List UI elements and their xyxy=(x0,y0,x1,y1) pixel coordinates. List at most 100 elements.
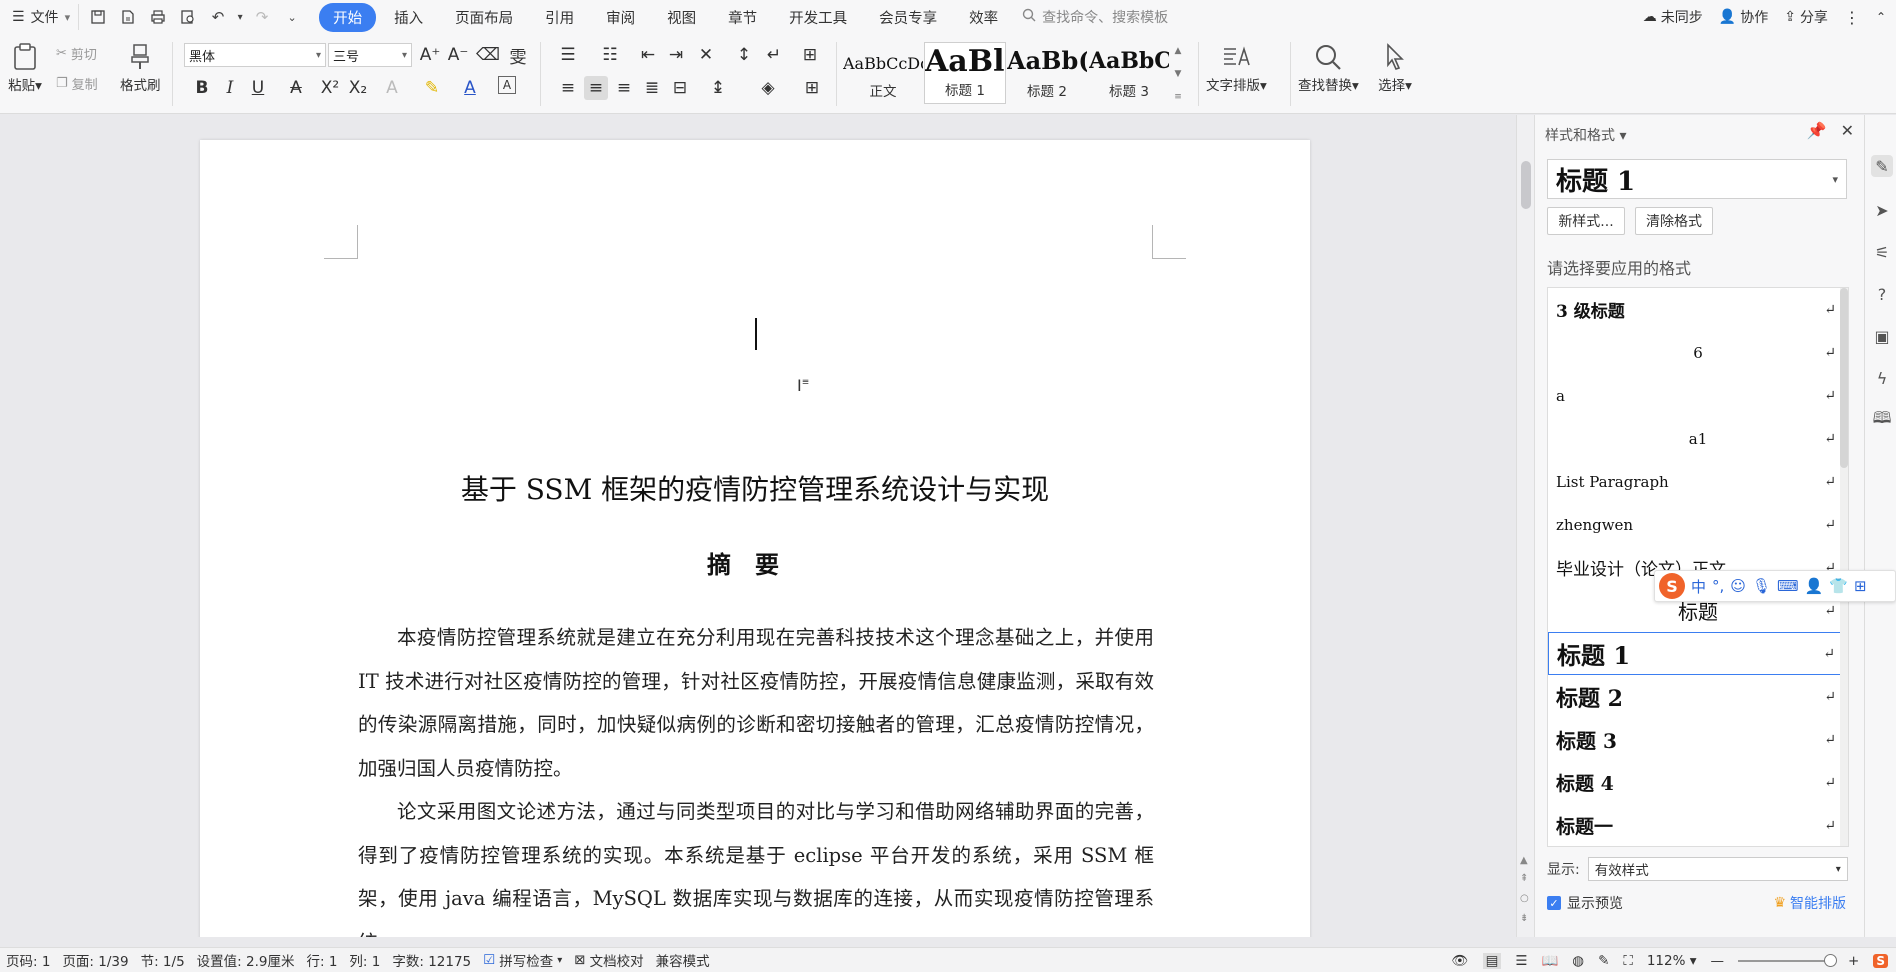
status-row[interactable]: 行: 1 xyxy=(300,950,343,970)
proofread-button[interactable]: ⊠ 文档校对 xyxy=(568,950,649,970)
document-title[interactable]: 基于 SSM 框架的疫情防控管理系统设计与实现 xyxy=(200,468,1310,508)
style-gallery-item-heading1[interactable]: AaBl 标题 1 xyxy=(924,42,1006,104)
collapse-ribbon-icon[interactable]: ⌃ xyxy=(1876,10,1886,24)
clear-format-icon[interactable]: ⌫ xyxy=(476,43,500,67)
style-gallery-scroll[interactable]: ▲ ▼ ≡ xyxy=(1170,42,1186,106)
help-icon[interactable]: ? xyxy=(1871,283,1893,305)
clear-format-button[interactable]: 清除格式 xyxy=(1635,207,1713,235)
print-icon[interactable] xyxy=(145,4,171,30)
scroll-up-icon[interactable]: ▲ xyxy=(1520,855,1528,866)
zoom-slider-knob[interactable] xyxy=(1824,953,1838,967)
document-page[interactable]: I≡ 基于 SSM 框架的疫情防控管理系统设计与实现 摘要 本疫情防控管理系统就… xyxy=(200,140,1310,937)
collaborate-button[interactable]: 👤 协作 xyxy=(1719,7,1768,27)
show-filter-select[interactable]: 有效样式 ▾ xyxy=(1587,857,1848,881)
style-list-scrollbar[interactable] xyxy=(1840,288,1848,846)
shading-icon[interactable]: ◈ xyxy=(756,76,780,100)
pen-icon[interactable]: ✎ xyxy=(1871,155,1893,177)
style-list-item[interactable]: a ↵ xyxy=(1548,374,1848,417)
distributed-align-icon[interactable]: ⊟ xyxy=(668,76,692,100)
pin-icon[interactable]: 📌 xyxy=(1807,121,1827,140)
text-effect-icon[interactable]: A xyxy=(380,76,404,100)
wps-logo-icon[interactable]: S xyxy=(1873,953,1888,968)
spellcheck-button[interactable]: ☑ 拼写检查 ▾ xyxy=(477,950,568,970)
tab-page-layout[interactable]: 页面布局 xyxy=(441,3,527,32)
style-gallery-item-heading3[interactable]: AaBbC 标题 3 xyxy=(1088,42,1170,104)
style-gallery-item-heading2[interactable]: AaBb( 标题 2 xyxy=(1006,42,1088,104)
tab-efficiency[interactable]: 效率 xyxy=(955,3,1012,32)
bullet-list-icon[interactable]: ☰ xyxy=(556,43,580,67)
current-style-select[interactable]: 标题 1 ▾ xyxy=(1547,159,1847,199)
line-spacing-icon[interactable]: ↨ xyxy=(706,76,730,100)
paste-button[interactable]: 粘贴▾ xyxy=(8,40,42,94)
zoom-level[interactable]: 112% ▾ xyxy=(1647,953,1697,969)
keyboard-icon[interactable]: ⌨ xyxy=(1777,577,1799,595)
sync-status-button[interactable]: ☁ 未同步 xyxy=(1643,7,1703,27)
style-gallery-item-normal[interactable]: AaBbCcDd 正文 xyxy=(842,42,924,104)
microphone-icon[interactable]: 🎙 xyxy=(1752,577,1771,595)
highlight-icon[interactable]: ✎ xyxy=(420,76,444,100)
tab-section[interactable]: 章节 xyxy=(714,3,771,32)
justify-icon[interactable]: ≣ xyxy=(640,76,664,100)
style-list-item[interactable]: 标题 2 ↵ xyxy=(1548,675,1848,718)
show-preview-checkbox[interactable]: ✓ 显示预览 xyxy=(1547,893,1623,913)
superscript-icon[interactable]: X² xyxy=(318,76,342,100)
align-center-icon[interactable]: ≡ xyxy=(584,76,608,100)
fit-page-icon[interactable]: ⛶ xyxy=(1623,953,1632,969)
redo-icon[interactable]: ↷ xyxy=(249,4,275,30)
document-paragraph[interactable]: 本疫情防控管理系统就是建立在充分利用现在完善科技技术这个理念基础之上，并使用 I… xyxy=(358,616,1154,790)
zoom-slider[interactable] xyxy=(1738,953,1838,967)
strikethrough-icon[interactable]: A xyxy=(284,76,308,100)
bold-icon[interactable]: B xyxy=(190,76,214,100)
decrease-indent-icon[interactable]: ⇤ xyxy=(636,43,660,67)
status-section[interactable]: 节: 1/5 xyxy=(135,950,191,970)
tab-home[interactable]: 开始 xyxy=(319,2,377,32)
save-icon[interactable] xyxy=(85,4,111,30)
book-search-icon[interactable]: 🕮 xyxy=(1871,408,1893,431)
undo-icon[interactable]: ↶ xyxy=(205,4,231,30)
web-view-icon[interactable]: ◍ xyxy=(1572,953,1584,969)
style-list-item[interactable]: 标题一 ↵ xyxy=(1548,804,1848,846)
browse-object-icon[interactable]: ○ xyxy=(1520,893,1529,904)
document-paragraph[interactable]: 论文采用图文论述方法，通过与同类型项目的对比与学习和借助网络辅助界面的完善，得到… xyxy=(358,790,1154,937)
tab-member[interactable]: 会员专享 xyxy=(865,3,951,32)
styles-panel-title[interactable]: 样式和格式 ▾ xyxy=(1545,125,1626,145)
export-pdf-icon[interactable] xyxy=(115,4,141,30)
style-list-item[interactable]: 6 ↵ xyxy=(1548,331,1848,374)
next-page-icon[interactable]: ⇟ xyxy=(1520,913,1528,924)
borders-icon[interactable]: ⊞ xyxy=(800,76,824,100)
ime-language-toggle[interactable]: 中 xyxy=(1691,576,1706,597)
italic-icon[interactable]: I xyxy=(218,76,242,100)
page-view-icon[interactable]: ▤ xyxy=(1482,952,1502,969)
increase-font-icon[interactable]: A⁺ xyxy=(418,43,442,67)
copy-button[interactable]: ❐ 复制 xyxy=(56,74,98,93)
font-size-select[interactable]: 三号 ▾ xyxy=(328,43,412,67)
tab-references[interactable]: 引用 xyxy=(531,3,588,32)
file-menu-button[interactable]: ☰ 文件 ▾ xyxy=(0,7,78,27)
format-painter-button[interactable]: 格式刷 xyxy=(120,40,161,94)
status-col[interactable]: 列: 1 xyxy=(343,950,386,970)
cursor-icon[interactable]: ➤ xyxy=(1871,199,1893,221)
sliders-icon[interactable]: ⚟ xyxy=(1871,241,1893,263)
status-page[interactable]: 页面: 1/39 xyxy=(56,950,134,970)
cut-button[interactable]: ✂ 剪切 xyxy=(56,44,97,63)
select-button[interactable]: 选择▾ xyxy=(1378,40,1412,94)
character-border-icon[interactable]: A xyxy=(498,76,516,94)
document-scrollbar[interactable]: ▲ ⇞ ○ ⇟ xyxy=(1516,115,1534,937)
tab-review[interactable]: 审阅 xyxy=(592,3,649,32)
new-style-button[interactable]: 新样式... xyxy=(1547,207,1625,235)
abstract-heading[interactable]: 摘要 xyxy=(200,545,1310,580)
tab-view[interactable]: 视图 xyxy=(653,3,710,32)
sort-icon[interactable]: ↕ xyxy=(732,43,756,67)
scrollbar-thumb[interactable] xyxy=(1840,288,1848,468)
print-preview-icon[interactable] xyxy=(175,4,201,30)
style-list-item[interactable]: List Paragraph ↵ xyxy=(1548,460,1848,503)
align-right-icon[interactable]: ≡ xyxy=(612,76,636,100)
zoom-out-icon[interactable]: — xyxy=(1711,953,1725,969)
share-button[interactable]: ⇪ 分享 xyxy=(1784,7,1828,27)
punctuation-icon[interactable]: °, xyxy=(1712,577,1724,595)
chinese-layout-icon[interactable]: ✕ xyxy=(694,43,718,67)
emoji-icon[interactable]: ☺ xyxy=(1730,577,1746,595)
font-color-icon[interactable]: A xyxy=(458,76,482,100)
command-search[interactable]: 查找命令、搜索模板 xyxy=(1022,7,1168,27)
style-list-item[interactable]: a1 ↵ xyxy=(1548,417,1848,460)
